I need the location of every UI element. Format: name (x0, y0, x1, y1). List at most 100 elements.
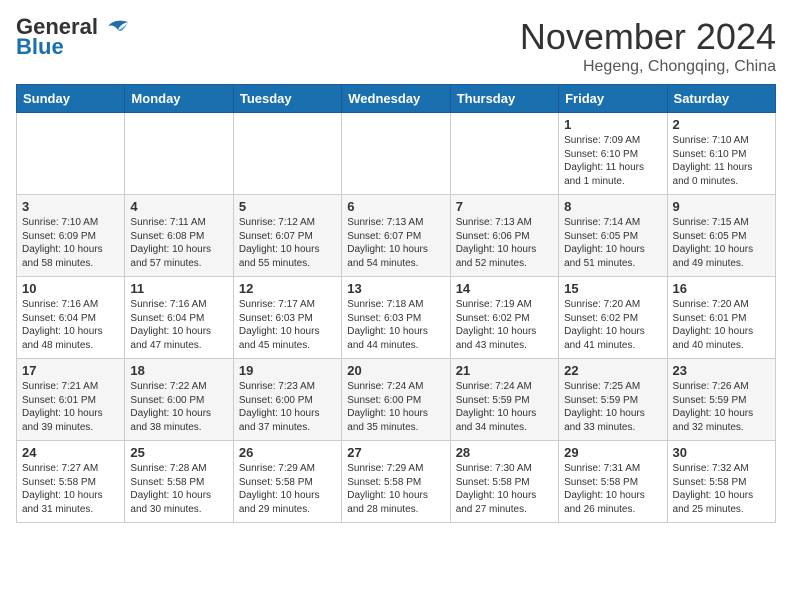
day-number: 4 (130, 199, 227, 214)
calendar-week-row: 10 Sunrise: 7:16 AM Sunset: 6:04 PM Dayli… (17, 277, 776, 359)
calendar-cell: 1Sunrise: 7:09 AM Sunset: 6:10 PM Daylig… (559, 113, 667, 195)
calendar-cell: 20 Sunrise: 7:24 AM Sunset: 6:00 PM Dayli… (342, 359, 450, 441)
day-info: Sunrise: 7:20 AM Sunset: 6:01 PM Dayligh… (673, 298, 770, 352)
calendar-cell: 10 Sunrise: 7:16 AM Sunset: 6:04 PM Dayli… (17, 277, 125, 359)
day-number: 5 (239, 199, 336, 214)
day-number: 9 (673, 199, 770, 214)
calendar-cell: 14 Sunrise: 7:19 AM Sunset: 6:02 PM Dayli… (450, 277, 558, 359)
calendar-cell: 11Sunrise: 7:16 AM Sunset: 6:04 PM Dayli… (125, 277, 233, 359)
calendar-cell (125, 113, 233, 195)
day-info: Sunrise: 7:20 AM Sunset: 6:02 PM Dayligh… (564, 298, 661, 352)
day-info: Sunrise: 7:24 AM Sunset: 5:59 PM Dayligh… (456, 380, 553, 434)
day-number: 16 (673, 281, 770, 296)
calendar-week-row: 24 Sunrise: 7:27 AM Sunset: 5:58 PM Dayli… (17, 441, 776, 523)
day-number: 21 (456, 363, 553, 378)
calendar-cell: 9 Sunrise: 7:15 AM Sunset: 6:05 PM Daylig… (667, 195, 775, 277)
calendar-cell: 8 Sunrise: 7:14 AM Sunset: 6:05 PM Daylig… (559, 195, 667, 277)
day-number: 26 (239, 445, 336, 460)
day-info: Sunrise: 7:21 AM Sunset: 6:01 PM Dayligh… (22, 380, 119, 434)
day-number: 15 (564, 281, 661, 296)
day-number: 19 (239, 363, 336, 378)
weekday-header: Monday (125, 85, 233, 113)
day-number: 3 (22, 199, 119, 214)
logo-bird-icon (100, 16, 130, 38)
day-number: 1 (564, 117, 661, 132)
calendar-cell: 6Sunrise: 7:13 AM Sunset: 6:07 PM Daylig… (342, 195, 450, 277)
day-number: 28 (456, 445, 553, 460)
weekday-header: Wednesday (342, 85, 450, 113)
weekday-header: Saturday (667, 85, 775, 113)
calendar-week-row: 3 Sunrise: 7:10 AM Sunset: 6:09 PM Daylig… (17, 195, 776, 277)
day-info: Sunrise: 7:25 AM Sunset: 5:59 PM Dayligh… (564, 380, 661, 434)
calendar-cell: 5Sunrise: 7:12 AM Sunset: 6:07 PM Daylig… (233, 195, 341, 277)
day-info: Sunrise: 7:10 AM Sunset: 6:09 PM Dayligh… (22, 216, 119, 270)
calendar-week-row: 1Sunrise: 7:09 AM Sunset: 6:10 PM Daylig… (17, 113, 776, 195)
weekday-header: Tuesday (233, 85, 341, 113)
weekday-header: Sunday (17, 85, 125, 113)
day-info: Sunrise: 7:13 AM Sunset: 6:07 PM Dayligh… (347, 216, 444, 270)
day-info: Sunrise: 7:26 AM Sunset: 5:59 PM Dayligh… (673, 380, 770, 434)
calendar-cell: 24 Sunrise: 7:27 AM Sunset: 5:58 PM Dayli… (17, 441, 125, 523)
day-number: 8 (564, 199, 661, 214)
day-number: 20 (347, 363, 444, 378)
calendar-cell: 16 Sunrise: 7:20 AM Sunset: 6:01 PM Dayli… (667, 277, 775, 359)
calendar-cell: 4 Sunrise: 7:11 AM Sunset: 6:08 PM Daylig… (125, 195, 233, 277)
calendar-cell: 15 Sunrise: 7:20 AM Sunset: 6:02 PM Dayli… (559, 277, 667, 359)
calendar-cell: 29 Sunrise: 7:31 AM Sunset: 5:58 PM Dayli… (559, 441, 667, 523)
title-block: November 2024 Hegeng, Chongqing, China (520, 16, 776, 76)
calendar-cell: 3 Sunrise: 7:10 AM Sunset: 6:09 PM Daylig… (17, 195, 125, 277)
day-info: Sunrise: 7:14 AM Sunset: 6:05 PM Dayligh… (564, 216, 661, 270)
day-number: 25 (130, 445, 227, 460)
day-info: Sunrise: 7:18 AM Sunset: 6:03 PM Dayligh… (347, 298, 444, 352)
day-info: Sunrise: 7:13 AM Sunset: 6:06 PM Dayligh… (456, 216, 553, 270)
month-title: November 2024 (520, 16, 776, 58)
weekday-header: Friday (559, 85, 667, 113)
day-number: 30 (673, 445, 770, 460)
logo: General Blue (16, 16, 130, 60)
day-number: 22 (564, 363, 661, 378)
calendar-cell: 30Sunrise: 7:32 AM Sunset: 5:58 PM Dayli… (667, 441, 775, 523)
calendar-week-row: 17 Sunrise: 7:21 AM Sunset: 6:01 PM Dayli… (17, 359, 776, 441)
day-info: Sunrise: 7:16 AM Sunset: 6:04 PM Dayligh… (130, 298, 227, 352)
calendar-cell: 23 Sunrise: 7:26 AM Sunset: 5:59 PM Dayli… (667, 359, 775, 441)
calendar-cell: 28Sunrise: 7:30 AM Sunset: 5:58 PM Dayli… (450, 441, 558, 523)
calendar-cell: 27Sunrise: 7:29 AM Sunset: 5:58 PM Dayli… (342, 441, 450, 523)
day-info: Sunrise: 7:27 AM Sunset: 5:58 PM Dayligh… (22, 462, 119, 516)
day-number: 10 (22, 281, 119, 296)
day-info: Sunrise: 7:16 AM Sunset: 6:04 PM Dayligh… (22, 298, 119, 352)
day-info: Sunrise: 7:24 AM Sunset: 6:00 PM Dayligh… (347, 380, 444, 434)
day-number: 23 (673, 363, 770, 378)
day-number: 7 (456, 199, 553, 214)
day-info: Sunrise: 7:31 AM Sunset: 5:58 PM Dayligh… (564, 462, 661, 516)
day-number: 14 (456, 281, 553, 296)
calendar-cell (342, 113, 450, 195)
logo-blue-text: Blue (16, 34, 64, 60)
day-number: 13 (347, 281, 444, 296)
calendar-cell (233, 113, 341, 195)
page-header: General Blue November 2024 Hegeng, Chong… (16, 16, 776, 76)
calendar-cell: 7 Sunrise: 7:13 AM Sunset: 6:06 PM Daylig… (450, 195, 558, 277)
day-info: Sunrise: 7:15 AM Sunset: 6:05 PM Dayligh… (673, 216, 770, 270)
calendar-cell: 2Sunrise: 7:10 AM Sunset: 6:10 PM Daylig… (667, 113, 775, 195)
day-info: Sunrise: 7:23 AM Sunset: 6:00 PM Dayligh… (239, 380, 336, 434)
calendar-cell: 22 Sunrise: 7:25 AM Sunset: 5:59 PM Dayli… (559, 359, 667, 441)
location: Hegeng, Chongqing, China (520, 58, 776, 76)
day-number: 17 (22, 363, 119, 378)
weekday-header: Thursday (450, 85, 558, 113)
day-number: 2 (673, 117, 770, 132)
day-number: 27 (347, 445, 444, 460)
calendar-cell: 21 Sunrise: 7:24 AM Sunset: 5:59 PM Dayli… (450, 359, 558, 441)
day-info: Sunrise: 7:29 AM Sunset: 5:58 PM Dayligh… (239, 462, 336, 516)
calendar-cell (17, 113, 125, 195)
day-number: 29 (564, 445, 661, 460)
calendar-cell: 19 Sunrise: 7:23 AM Sunset: 6:00 PM Dayli… (233, 359, 341, 441)
day-info: Sunrise: 7:19 AM Sunset: 6:02 PM Dayligh… (456, 298, 553, 352)
day-number: 18 (130, 363, 227, 378)
day-info: Sunrise: 7:11 AM Sunset: 6:08 PM Dayligh… (130, 216, 227, 270)
day-number: 24 (22, 445, 119, 460)
day-number: 12 (239, 281, 336, 296)
calendar-cell: 17 Sunrise: 7:21 AM Sunset: 6:01 PM Dayli… (17, 359, 125, 441)
calendar-cell: 25Sunrise: 7:28 AM Sunset: 5:58 PM Dayli… (125, 441, 233, 523)
calendar-cell: 26 Sunrise: 7:29 AM Sunset: 5:58 PM Dayli… (233, 441, 341, 523)
calendar-cell: 13 Sunrise: 7:18 AM Sunset: 6:03 PM Dayli… (342, 277, 450, 359)
